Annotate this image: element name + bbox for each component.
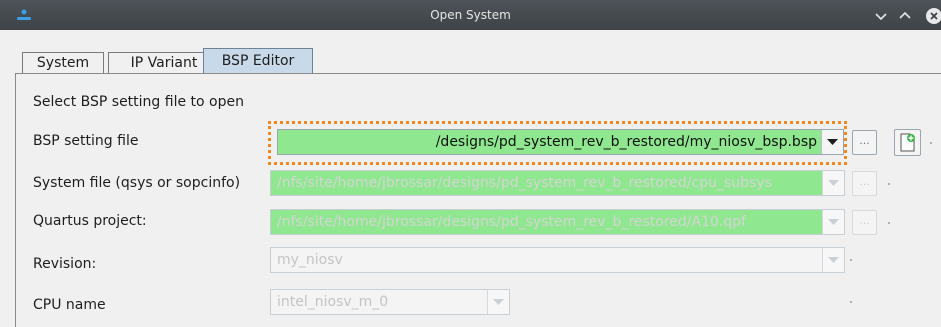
tab-system[interactable]: System [22,52,104,74]
system-file-combo: /nfs/site/home/jbrossar/designs/pd_syste… [270,170,845,196]
window-title: Open System [430,8,511,22]
system-file-value: /nfs/site/home/jbrossar/designs/pd_syste… [277,175,772,191]
chevron-up-icon[interactable] [898,9,912,23]
revision-label: Revision: [33,256,97,272]
bsp-setting-file-value: /designs/pd_system_rev_b_restored/my_nio… [435,134,817,150]
dropdown-button [822,248,844,272]
close-icon[interactable] [926,8,941,24]
dropdown-button [487,290,509,314]
cpu-name-value: intel_niosv_m_0 [277,294,389,310]
browse-quartus-project-button: ... [852,210,877,235]
quartus-project-combo: /nfs/site/home/jbrossar/designs/pd_syste… [270,209,845,235]
form-heading: Select BSP setting file to open [33,94,244,110]
bsp-setting-file-combo[interactable]: /designs/pd_system_rev_b_restored/my_nio… [277,129,844,155]
revision-combo: my_niosv [270,247,845,273]
quartus-project-label: Quartus project: [33,213,147,229]
browse-bsp-button[interactable]: ... [852,130,877,155]
browse-system-file-button: ... [852,171,877,196]
new-bsp-button[interactable] [894,129,921,156]
bsp-setting-file-label: BSP setting file [33,133,139,149]
cpu-name-label: CPU name [33,297,106,313]
panel-border [15,73,16,327]
layout-dot [888,222,890,224]
dropdown-button [822,210,844,234]
title-bar: Open System [0,0,941,30]
dropdown-button [822,171,844,195]
layout-dot [850,301,852,303]
cpu-name-combo: intel_niosv_m_0 [270,289,510,315]
open-system-dialog: Open System System IP Variant BSP Editor… [0,0,941,327]
layout-dot [930,142,932,144]
revision-value: my_niosv [277,252,343,268]
tab-bsp-editor[interactable]: BSP Editor [203,48,313,74]
system-file-label: System file (qsys or sopcinfo) [33,175,241,191]
layout-dot [888,183,890,185]
dropdown-button[interactable] [821,130,843,154]
quartus-project-value: /nfs/site/home/jbrossar/designs/pd_syste… [277,214,747,230]
tab-divider [15,73,941,74]
layout-dot [850,259,852,261]
chevron-down-icon[interactable] [874,9,888,23]
